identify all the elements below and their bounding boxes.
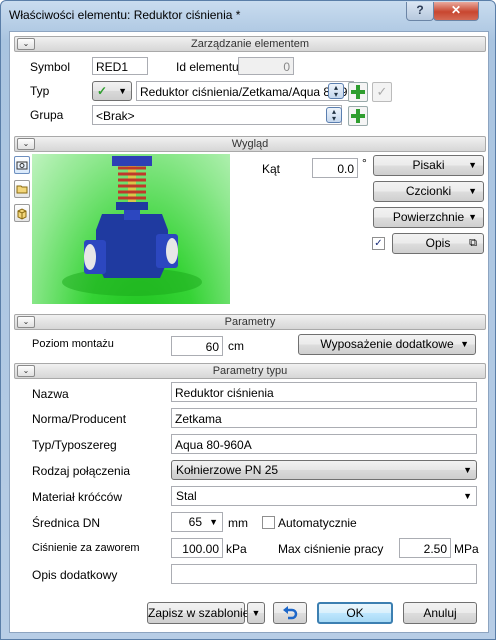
wyposazenie-button[interactable]: Wyposażenie dodatkowe ▼ [298,334,476,355]
id-element-input: 0 [238,57,294,75]
kat-label: Kąt [262,162,281,176]
material-value: Stal [176,489,197,503]
grupa-input[interactable]: <Brak> [92,105,342,125]
poziom-unit: cm [228,339,244,353]
powierzchnie-label: Powierzchnie [392,210,465,224]
automatycznie-label: Automatycznie [278,516,357,530]
external-window-icon: ⧉ [469,237,477,249]
title-bar: Właściwości elementu: Reduktor ciśnienia… [1,1,495,29]
id-element-label: Id elementu [176,60,239,74]
section-header-zarzadzanie[interactable]: ⌄ Zarządzanie elementem [14,36,486,52]
folder-icon[interactable] [14,180,30,198]
automatycznie-checkbox[interactable] [262,516,275,529]
opis-dodatkowy-input[interactable] [171,564,477,584]
chevron-down-icon: ▼ [118,86,127,96]
chevron-down-icon: ▼ [463,491,472,501]
nazwa-label: Nazwa [32,387,69,401]
dialog-client: ⌄ Zarządzanie elementem Symbol RED1 Id e… [9,31,489,633]
symbol-input[interactable]: RED1 [92,57,148,75]
typ-typoszereg-input[interactable]: Aqua 80-960A [171,434,477,454]
kat-unit: ° [362,156,367,170]
czcionki-button[interactable]: Czcionki ▼ [373,181,484,202]
cisnienie-label: Ciśnienie za zaworem [32,542,140,554]
cisnienie-unit: kPa [226,542,247,556]
typ-mode-dropdown[interactable]: ✓ ▼ [92,81,132,101]
zapisz-menu-button[interactable]: ▼ [247,602,265,624]
confirm-typ-icon: ✓ [372,82,392,102]
srednica-unit: mm [228,516,248,530]
wyposazenie-label: Wyposażenie dodatkowe [320,337,454,351]
rodzaj-polaczenia-dropdown[interactable]: Kołnierzowe PN 25 ▼ [171,460,477,480]
typ-label: Typ [30,84,50,98]
typ-input[interactable]: Reduktor ciśnienia/Zetkama/Aqua 80-9 [136,81,354,101]
opis-checkbox[interactable]: ✓ [372,237,385,250]
help-button[interactable]: ? [406,2,434,21]
cisnienie-input[interactable]: 100.00 [171,538,223,558]
section-title: Zarządzanie elementem [190,38,309,50]
section-header-parametry-typu[interactable]: ⌄ Parametry typu [14,363,486,379]
anuluj-button[interactable]: Anuluj [403,602,477,624]
material-label: Materiał króćców [32,490,123,504]
chevron-down-icon: ▼ [468,160,477,170]
rodzaj-polaczenia-value: Kołnierzowe PN 25 [176,463,279,477]
grupa-spin-icon[interactable]: ▴ ▾ [326,107,342,123]
srednica-value: 65 [188,515,202,529]
typ-spin-icon[interactable]: ▴ ▾ [328,83,344,99]
norma-input[interactable]: Zetkama [171,408,477,428]
chevron-down-icon: ▼ [209,517,218,527]
section-title: Parametry [224,316,276,328]
poziom-label: Poziom montażu [32,338,114,350]
max-cisnienie-unit: MPa [454,542,479,556]
window-title: Właściwości elementu: Reduktor ciśnienia… [9,8,241,22]
ok-button[interactable]: OK [317,602,393,624]
kat-input[interactable]: 0.0 [312,158,358,178]
grupa-value: <Brak> [96,109,135,123]
dialog-window: Właściwości elementu: Reduktor ciśnienia… [0,0,496,640]
srednica-label: Średnica DN [32,516,101,530]
norma-label: Norma/Producent [32,412,127,426]
undo-icon [283,606,298,620]
chevron-down-icon: ▼ [468,212,477,222]
nazwa-input[interactable]: Reduktor ciśnienia [171,382,477,402]
add-typ-icon[interactable] [348,82,368,102]
max-cisnienie-input[interactable]: 2.50 [399,538,451,558]
opis-dodatkowy-label: Opis dodatkowy [32,568,118,582]
section-header-parametry[interactable]: ⌄ Parametry [14,314,486,330]
zapisz-w-szablonie-button[interactable]: Zapisz w szablonie [147,602,249,624]
pisaki-label: Pisaki [412,158,445,172]
srednica-dropdown[interactable]: 65 ▼ [171,512,223,532]
opis-button[interactable]: Opis ⧉ [392,233,484,254]
section-title: Parametry typu [212,365,288,377]
section-title: Wygląd [231,138,269,150]
powierzchnie-button[interactable]: Powierzchnie ▼ [373,207,484,228]
chevron-down-icon: ▼ [468,186,477,196]
pisaki-button[interactable]: Pisaki ▼ [373,155,484,176]
poziom-input[interactable]: 60 [171,336,223,356]
element-preview-image [32,154,230,304]
chevron-down-icon: ▼ [460,339,469,349]
typ-value: Reduktor ciśnienia/Zetkama/Aqua 80-9 [140,85,348,99]
rodzaj-polaczenia-label: Rodzaj połączenia [32,464,131,478]
section-header-wyglad[interactable]: ⌄ Wygląd [14,136,486,152]
opis-label: Opis [425,236,451,250]
typ-typoszereg-label: Typ/Typoszereg [32,438,117,452]
grupa-label: Grupa [30,108,64,122]
max-cisnienie-label: Max ciśnienie pracy [278,542,384,556]
undo-button[interactable] [273,602,307,624]
czcionki-label: Czcionki [405,184,452,198]
add-grupa-icon[interactable] [348,106,368,126]
symbol-label: Symbol [30,60,71,74]
camera-view-icon[interactable] [14,156,30,174]
chevron-down-icon: ▼ [251,608,261,618]
close-button[interactable]: ✕ [433,2,479,21]
material-dropdown[interactable]: Stal ▼ [171,486,477,506]
chevron-down-icon: ▼ [463,465,472,475]
cube-icon[interactable] [14,204,30,222]
checkmark-icon: ✓ [97,84,108,98]
